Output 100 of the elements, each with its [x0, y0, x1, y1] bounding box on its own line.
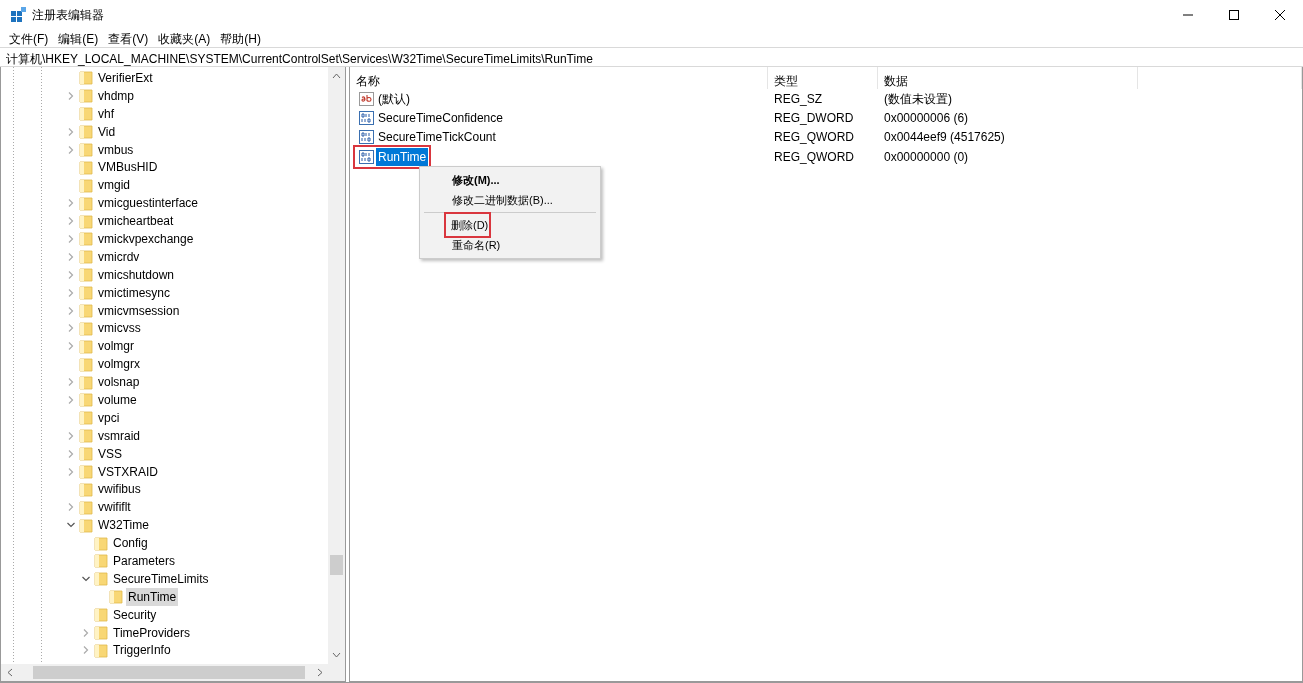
folder-icon [79, 446, 93, 462]
tree-item[interactable]: volume [96, 391, 139, 409]
value-type: REG_SZ [773, 90, 823, 108]
maximize-icon [1229, 10, 1239, 20]
binary-value-icon [359, 110, 374, 125]
scrollbar-thumb[interactable] [330, 555, 343, 575]
folder-icon [94, 642, 108, 658]
folder-icon [79, 374, 93, 390]
folder-icon [79, 464, 93, 480]
menu-item[interactable]: 重命名(R) [422, 235, 501, 255]
menu-item[interactable]: 修改二进制数据(B)... [422, 190, 553, 210]
tree-item[interactable]: Vid [96, 122, 118, 141]
folder-icon [79, 159, 93, 175]
value-name[interactable]: SecureTimeTickCount [376, 128, 498, 147]
value-type: REG_QWORD [773, 148, 855, 166]
window-title: 注册表编辑器 [32, 7, 104, 24]
folder-icon [79, 106, 93, 122]
vertical-scrollbar[interactable] [328, 67, 345, 664]
value-name[interactable]: RunTime [376, 147, 429, 166]
tree-item[interactable]: W32Time [96, 516, 151, 535]
tree-item[interactable]: volmgr [96, 337, 136, 356]
tree-item[interactable]: VMBusHID [96, 158, 160, 177]
value-name[interactable]: (默认) [376, 89, 412, 108]
column-header[interactable]: 名称 [350, 67, 768, 89]
menu-item[interactable]: 删除(D) [447, 215, 489, 235]
menu-item[interactable]: 修改(M)... [422, 170, 500, 190]
tree-item[interactable]: RunTime [126, 587, 179, 606]
tree-item[interactable]: vmictimesync [96, 283, 172, 302]
tree-item[interactable]: vhf [96, 104, 116, 123]
close-icon [1275, 10, 1285, 20]
folder-icon [79, 392, 93, 408]
folder-icon [79, 303, 93, 318]
value-name[interactable]: SecureTimeConfidence [376, 108, 505, 127]
tree-item[interactable]: vwifibus [96, 480, 143, 499]
tree-item[interactable]: vmicvss [96, 319, 143, 338]
registry-icon [10, 7, 26, 23]
tree-item[interactable]: vwififlt [96, 498, 133, 517]
folder-icon [79, 410, 93, 426]
tree-item[interactable]: vmickvpexchange [96, 229, 196, 248]
value-type: REG_DWORD [773, 109, 855, 127]
tree-item[interactable]: vmicshutdown [96, 265, 177, 284]
folder-icon [79, 70, 93, 86]
tree-item[interactable]: VSS [96, 444, 124, 463]
tree-item[interactable]: vsmraid [96, 426, 142, 445]
value-data: (数值未设置) [883, 90, 953, 108]
folder-icon [94, 553, 108, 569]
menu-item[interactable]: 文件(F) [4, 29, 54, 48]
folder-icon [79, 249, 93, 265]
tree-item[interactable]: VSTXRAID [96, 462, 160, 481]
tree-item[interactable]: vmgid [96, 176, 132, 195]
scrollbar-thumb[interactable] [33, 666, 305, 679]
tree-item[interactable]: volmgrx [96, 355, 142, 374]
value-data: 0x00000000 (0) [883, 148, 970, 166]
folder-icon [79, 356, 93, 372]
tree-item[interactable]: vmicrdv [96, 247, 142, 266]
folder-icon [79, 124, 93, 140]
menu-item[interactable]: 查看(V) [103, 29, 154, 48]
value-type: REG_QWORD [773, 129, 855, 147]
folder-icon [94, 625, 108, 641]
tree-item[interactable]: vmbus [96, 140, 136, 159]
tree-item[interactable]: vpci [96, 408, 122, 427]
folder-icon [94, 571, 108, 587]
folder-icon [79, 320, 93, 336]
tree-item[interactable]: TriggerInfo [111, 641, 173, 660]
folder-icon [79, 231, 93, 247]
address-bar[interactable]: 计算机\HKEY_LOCAL_MACHINE\SYSTEM\CurrentControlSet\Services\W32Time\SecureTimeLimits\RunTime [0, 47, 1303, 67]
tree-item[interactable]: VerifierExt [96, 68, 155, 87]
menu-item[interactable]: 帮助(H) [215, 29, 266, 48]
tree-item[interactable]: vmicvmsession [96, 301, 182, 320]
tree-item[interactable]: volsnap [96, 373, 142, 392]
binary-value-icon [359, 149, 374, 164]
folder-icon [79, 88, 93, 104]
folder-icon [79, 428, 93, 444]
value-data: 0x0044eef9 (4517625) [883, 129, 1006, 147]
folder-icon [109, 589, 123, 605]
folder-icon [79, 499, 93, 515]
tree-item[interactable]: TimeProviders [111, 623, 192, 642]
folder-icon [79, 338, 93, 354]
tree-item[interactable]: vmicguestinterface [96, 194, 201, 213]
tree-item[interactable]: Security [111, 605, 159, 624]
column-header[interactable]: 数据 [878, 67, 1138, 89]
folder-icon [79, 481, 93, 497]
folder-icon [79, 195, 93, 211]
tree-item[interactable]: vhdmp [96, 86, 137, 105]
column-header[interactable]: 类型 [768, 67, 878, 89]
tree-item[interactable]: Parameters [111, 552, 178, 570]
horizontal-scrollbar[interactable] [1, 664, 345, 681]
tree-item[interactable]: Config [111, 534, 150, 553]
tree-item[interactable]: SecureTimeLimits [111, 569, 211, 588]
folder-icon [79, 142, 93, 157]
folder-icon [79, 267, 93, 283]
binary-value-icon [359, 130, 374, 145]
folder-icon [79, 177, 93, 193]
menu-item[interactable]: 编辑(E) [53, 29, 104, 48]
folder-icon [79, 213, 93, 229]
tree-item[interactable]: vmicheartbeat [96, 212, 176, 231]
folder-icon [79, 517, 93, 533]
value-data: 0x00000006 (6) [883, 109, 970, 127]
folder-icon [94, 535, 108, 551]
menu-item[interactable]: 收藏夹(A) [153, 29, 216, 48]
